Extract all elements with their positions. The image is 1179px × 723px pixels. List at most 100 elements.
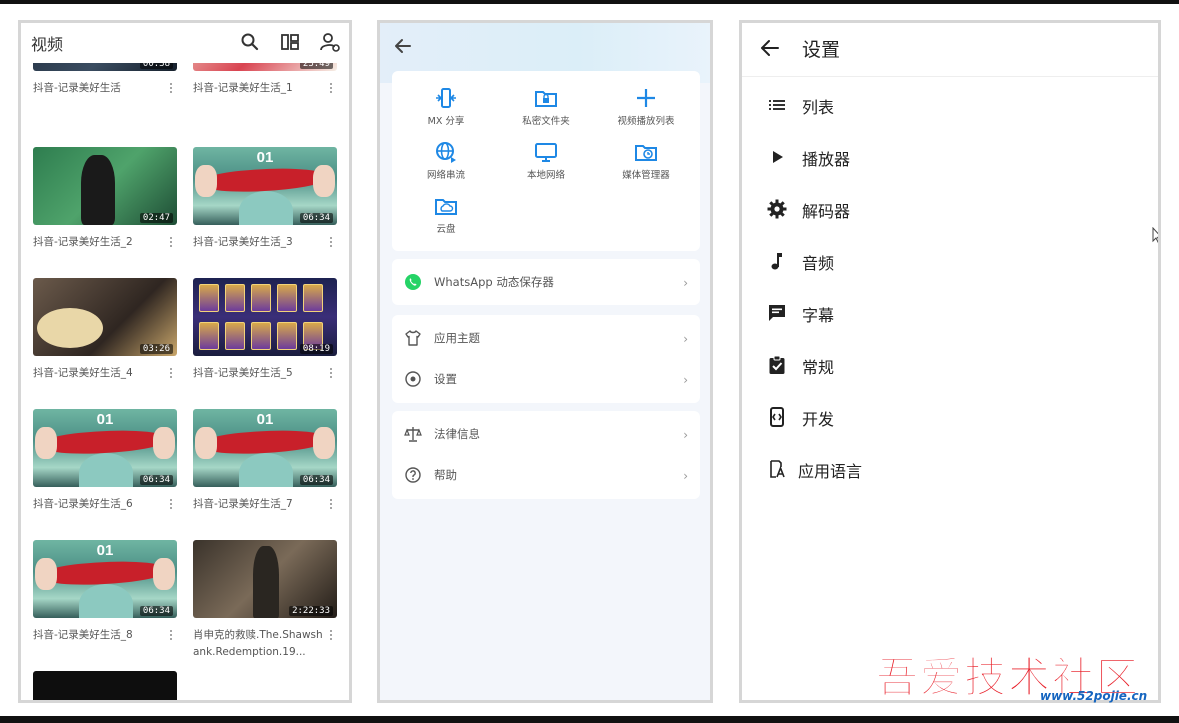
more-options-icon[interactable] — [169, 368, 173, 380]
video-caption: 抖音-记录美好生活_1 — [193, 82, 293, 94]
info-card: 法律信息 › 帮助 › — [392, 411, 700, 499]
settings-card: 应用主题 › 设置 › — [392, 315, 700, 403]
add-playlist-icon — [637, 89, 655, 107]
settings-item-label: 应用语言 — [798, 462, 863, 481]
mx-share-icon — [436, 88, 456, 108]
settings-item-list[interactable]: 列表 — [742, 85, 1158, 125]
settings-item-label: 开发 — [802, 410, 835, 429]
episode-number: 01 — [96, 542, 114, 559]
video-thumbnail[interactable]: 01 06:34 — [33, 540, 177, 618]
subtitle-icon — [766, 302, 788, 324]
video-thumbnail[interactable]: 01 06:34 — [193, 147, 337, 225]
more-options-icon[interactable] — [169, 237, 173, 249]
settings-item-label: 解码器 — [802, 202, 851, 221]
music-note-icon — [766, 250, 788, 272]
more-options-icon[interactable] — [329, 237, 333, 249]
menu-item-label: WhatsApp 动态保存器 — [434, 275, 554, 289]
page-title: 设置 — [802, 39, 841, 61]
local-network-icon — [535, 143, 557, 162]
more-options-icon[interactable] — [169, 499, 173, 511]
quick-actions-card: MX 分享 私密文件夹 视频播放列表 网络串流 本地网络 媒体管理器 云盘 — [392, 71, 700, 251]
settings-item-general[interactable]: 常规 — [742, 345, 1158, 385]
tile-media-manager[interactable]: 媒体管理器 — [596, 139, 696, 181]
settings-item-label: 音频 — [802, 254, 835, 273]
back-arrow-icon[interactable] — [394, 37, 412, 55]
video-duration: 03:26 — [139, 344, 173, 354]
clipboard-check-icon — [766, 354, 788, 376]
tile-label: 本地网络 — [526, 170, 565, 181]
tile-private-folder[interactable]: 私密文件夹 — [496, 85, 596, 127]
settings-item-player[interactable]: 播放器 — [742, 137, 1158, 177]
menu-item-label: 帮助 — [434, 468, 457, 482]
more-options-icon[interactable] — [329, 630, 333, 642]
tile-local-network[interactable]: 本地网络 — [496, 139, 596, 181]
menu-item-label: 设置 — [434, 372, 457, 386]
network-stream-icon — [436, 142, 456, 163]
settings-item-label: 播放器 — [802, 150, 851, 169]
search-icon[interactable] — [239, 31, 261, 53]
video-thumbnail[interactable]: 2:22:33 — [193, 540, 337, 618]
video-caption: 抖音-记录美好生活_6 — [33, 498, 133, 510]
settings-item-subtitle[interactable]: 字幕 — [742, 293, 1158, 333]
video-duration: 08:19 — [299, 344, 333, 354]
menu-screen: MX 分享 私密文件夹 视频播放列表 网络串流 本地网络 媒体管理器 云盘 Wh… — [377, 20, 713, 703]
video-list-header: 视频 — [21, 23, 349, 63]
tile-label: 网络串流 — [426, 170, 465, 181]
episode-number: 01 — [256, 411, 274, 428]
tile-mx-share[interactable]: MX 分享 — [396, 85, 496, 127]
video-duration: 06:34 — [139, 606, 173, 616]
settings-item-decoder[interactable]: 解码器 — [742, 189, 1158, 229]
cloud-drive-icon — [435, 199, 457, 215]
menu-item-help[interactable]: 帮助 › — [392, 455, 700, 495]
settings-header: 设置 — [742, 23, 1158, 77]
settings-item-audio[interactable]: 音频 — [742, 241, 1158, 281]
language-icon — [766, 458, 788, 480]
more-options-icon[interactable] — [169, 630, 173, 642]
tile-label: MX 分享 — [427, 116, 465, 127]
video-caption: 抖音-记录美好生活_4 — [33, 367, 133, 379]
video-caption: 抖音-记录美好生活_8 — [33, 629, 133, 641]
watermark-url: www.52pojie.cn — [1040, 689, 1148, 703]
mouse-cursor-icon — [1152, 226, 1158, 245]
menu-item-whatsapp-saver[interactable]: WhatsApp 动态保存器 › — [392, 262, 700, 302]
video-thumbnail[interactable]: 01 06:34 — [33, 409, 177, 487]
menu-item-app-theme[interactable]: 应用主题 › — [392, 318, 700, 358]
tile-label: 私密文件夹 — [522, 116, 570, 127]
developer-icon — [766, 406, 788, 428]
video-thumbnail[interactable] — [33, 671, 177, 700]
layout-icon[interactable] — [279, 31, 301, 53]
settings-circle-icon — [404, 370, 422, 388]
menu-item-label: 应用主题 — [434, 331, 480, 345]
more-options-icon[interactable] — [169, 83, 173, 95]
account-settings-icon[interactable] — [319, 31, 341, 53]
video-duration: 06:34 — [299, 475, 333, 485]
more-options-icon[interactable] — [329, 499, 333, 511]
video-thumbnail[interactable]: 08:19 — [193, 278, 337, 356]
watermark: 吾爱技术社区 www.52pojie.cn — [875, 644, 1176, 710]
video-list-screen: 00:38 抖音-记录美好生活 23:49 抖音-记录美好生活_1 02:47 … — [18, 20, 352, 703]
menu-item-legal[interactable]: 法律信息 › — [392, 414, 700, 454]
tile-add-playlist[interactable]: 视频播放列表 — [596, 85, 696, 127]
tile-cloud-drive[interactable]: 云盘 — [396, 193, 496, 235]
episode-number: 01 — [256, 149, 274, 166]
whatsapp-card: WhatsApp 动态保存器 › — [392, 259, 700, 305]
settings-item-app-language[interactable]: 应用语言 — [742, 449, 1158, 489]
more-options-icon[interactable] — [329, 368, 333, 380]
video-caption: 抖音-记录美好生活_2 — [33, 236, 133, 248]
settings-item-label: 字幕 — [802, 306, 835, 325]
chevron-right-icon: › — [683, 276, 688, 290]
back-arrow-icon[interactable] — [760, 38, 780, 58]
more-options-icon[interactable] — [329, 83, 333, 95]
chevron-right-icon: › — [683, 428, 688, 442]
menu-item-settings[interactable]: 设置 › — [392, 359, 700, 399]
video-caption: 抖音-记录美好生活_7 — [193, 498, 293, 510]
tile-network-stream[interactable]: 网络串流 — [396, 139, 496, 181]
bottom-frame-bar — [0, 716, 1179, 723]
settings-item-developer[interactable]: 开发 — [742, 397, 1158, 437]
video-thumbnail[interactable]: 03:26 — [33, 278, 177, 356]
scale-icon — [404, 425, 422, 443]
video-duration: 06:34 — [299, 213, 333, 223]
video-thumbnail[interactable]: 02:47 — [33, 147, 177, 225]
top-frame-bar — [0, 0, 1179, 4]
video-thumbnail[interactable]: 01 06:34 — [193, 409, 337, 487]
